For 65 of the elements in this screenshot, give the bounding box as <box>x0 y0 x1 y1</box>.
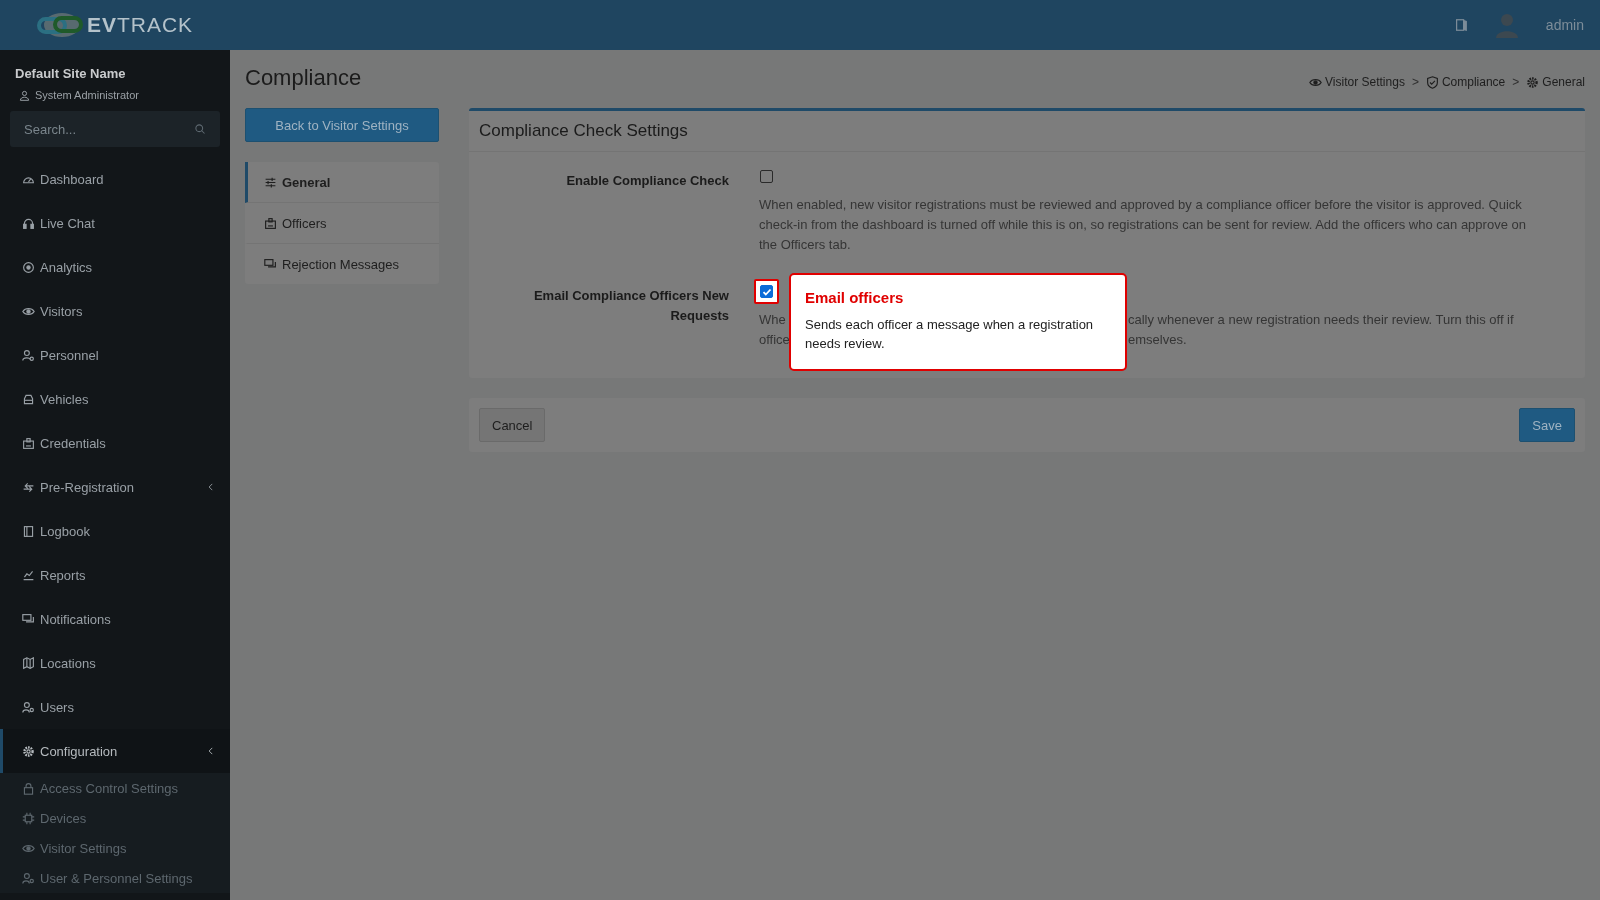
description-fragment: emselves. <box>1128 331 1187 349</box>
users-gear-icon <box>22 700 35 714</box>
user-role: System Administrator <box>35 89 139 101</box>
person-gear-icon <box>22 348 35 362</box>
chat-icon <box>264 257 277 271</box>
map-icon <box>22 656 35 670</box>
description-fragment: Whe <box>759 311 786 329</box>
settings-tab[interactable]: General <box>245 162 439 203</box>
description-fragment: office <box>759 331 790 349</box>
sidebar-item[interactable]: Users <box>0 685 230 729</box>
field-label: Email Compliance Officers New Requests <box>532 287 729 325</box>
sidebar-item[interactable]: Credentials <box>0 421 230 465</box>
sidebar-item[interactable]: Dashboard <box>0 157 230 201</box>
card-title: Compliance Check Settings <box>469 111 1585 152</box>
breadcrumb-link[interactable]: General <box>1526 75 1585 89</box>
sidebar-item[interactable]: Personnel <box>0 333 230 377</box>
settings-tab[interactable]: Rejection Messages <box>245 244 439 284</box>
chevron-icon <box>206 482 216 492</box>
headset-icon <box>22 216 35 230</box>
sidebar-item[interactable]: Notifications <box>0 597 230 641</box>
search-icon <box>194 123 206 135</box>
field-description: When enabled, new visitor registrations must be reviewed and approved by a compliance officer before the visitor is approved. Quick check-in from the dashboard is turned off while this is on, so registrations can be sent for review. Add the officers who can approve on the Officers tab. <box>759 196 1527 254</box>
badge-icon <box>22 436 35 450</box>
badge-icon <box>264 216 277 230</box>
page-title: Compliance <box>245 65 362 91</box>
chevron-icon <box>206 746 216 756</box>
breadcrumb-separator: > <box>1411 75 1419 89</box>
book-icon <box>22 524 35 538</box>
sidebar-item[interactable]: Vehicles <box>0 377 230 421</box>
field-label: Enable Compliance Check <box>566 172 729 190</box>
gear-icon <box>22 744 35 758</box>
sidebar-item[interactable]: Reports <box>0 553 230 597</box>
chip-icon <box>22 811 35 825</box>
sidebar-item[interactable]: Logbook <box>0 509 230 553</box>
arrows-icon <box>22 480 35 494</box>
sidebar-item[interactable]: Pre-Registration <box>0 465 230 509</box>
sidebar-item[interactable]: Analytics <box>0 245 230 289</box>
tooltip-text: Sends each officer a message when a registration needs review. <box>805 316 1095 353</box>
site-name: Default Site Name <box>15 66 126 81</box>
sliders-icon <box>264 175 277 189</box>
breadcrumb-link[interactable]: Visitor Settings <box>1309 75 1405 89</box>
logo-icon <box>36 11 83 39</box>
breadcrumb-link[interactable]: Compliance <box>1425 75 1506 89</box>
sidebar-item[interactable]: Visitors <box>0 289 230 333</box>
logo-text: EVTRACK <box>86 13 194 37</box>
settings-tab[interactable]: Officers <box>245 203 439 244</box>
target-icon <box>22 260 35 274</box>
description-fragment: cally whenever a new registration needs their review. Turn this off if <box>1128 311 1514 329</box>
search-field[interactable]: Search... <box>10 111 220 147</box>
lock-icon <box>22 781 35 795</box>
breadcrumb-separator: > <box>1512 75 1520 89</box>
chat-icon <box>22 612 35 626</box>
checkbox[interactable] <box>760 285 773 298</box>
sidebar-item[interactable]: Locations <box>0 641 230 685</box>
person-icon <box>19 89 30 101</box>
car-icon <box>22 392 35 406</box>
checkbox[interactable] <box>760 170 773 183</box>
chart-icon <box>22 568 35 582</box>
sidebar-item[interactable]: Live Chat <box>0 201 230 245</box>
users-gear-icon <box>22 871 35 885</box>
door-icon <box>1453 18 1468 32</box>
tooltip-title: Email officers <box>805 289 904 306</box>
cancel-button[interactable]: Cancel <box>479 408 546 442</box>
shield-icon <box>1425 75 1439 89</box>
gear-icon <box>1526 75 1540 89</box>
